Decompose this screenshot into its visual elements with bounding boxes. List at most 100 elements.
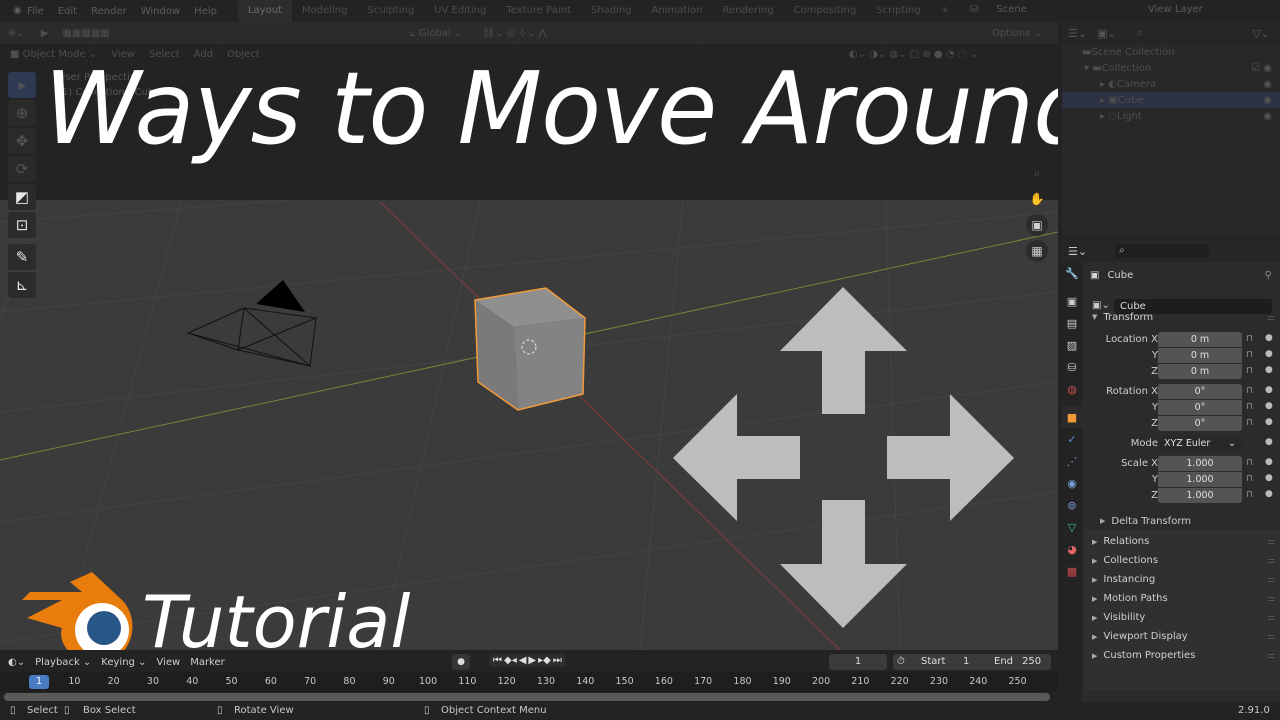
object-tab[interactable]: ■ — [1062, 406, 1082, 428]
tab-modeling[interactable]: Modeling — [292, 0, 358, 22]
display-mode-icon[interactable]: ☰⌄ — [1068, 27, 1087, 40]
selection-mode-icons[interactable]: ▦▦▦▦▦ — [62, 28, 109, 39]
play-icon[interactable]: ▶ — [528, 655, 536, 666]
move-tool[interactable]: ✥ — [8, 128, 36, 154]
drag-grip-icon[interactable]: :::: — [1267, 613, 1275, 622]
filter-icon[interactable]: ▽⌄ — [1252, 27, 1270, 40]
scale-z-field[interactable]: 1.000 — [1158, 488, 1242, 503]
eye-icon[interactable]: ◉ — [1263, 79, 1272, 90]
panel-motion-paths[interactable]: ▶ Motion Paths:::: — [1084, 589, 1280, 608]
measure-tool[interactable]: ⊾ — [8, 272, 36, 298]
keyframe-dot[interactable]: ● — [1265, 473, 1273, 483]
select-box-tool[interactable]: ▸ — [8, 72, 36, 98]
location-z-field[interactable]: 0 m — [1158, 364, 1242, 379]
drag-grip-icon[interactable]: :::: — [1267, 632, 1275, 641]
pan-view-button[interactable]: ✋ — [1026, 188, 1048, 210]
tool-tab[interactable]: 🔧 — [1062, 262, 1082, 284]
scene-tab[interactable]: ⛁ — [1062, 356, 1082, 378]
location-y-field[interactable]: 0 m — [1158, 348, 1242, 363]
play-reverse-icon[interactable]: ◀ — [519, 655, 527, 666]
output-tab[interactable]: ▤ — [1062, 312, 1082, 334]
keyframe-dot[interactable]: ● — [1265, 333, 1273, 343]
keyframe-dot[interactable]: ● — [1265, 349, 1273, 359]
options-dropdown[interactable]: Options ⌄ — [992, 28, 1042, 39]
menu-help[interactable]: Help — [187, 6, 224, 17]
panel-instancing[interactable]: ▶ Instancing:::: — [1084, 570, 1280, 589]
lock-icon[interactable]: ⊓ — [1246, 418, 1253, 428]
panel-visibility[interactable]: ▶ Visibility:::: — [1084, 608, 1280, 627]
panel-viewport-display[interactable]: ▶ Viewport Display:::: — [1084, 627, 1280, 646]
outliner-row-light[interactable]: ▸ ◌ Light ◉ — [1062, 108, 1280, 124]
delta-transform-subpanel[interactable]: ▶ Delta Transform — [1084, 512, 1280, 530]
rotation-z-field[interactable]: 0° — [1158, 416, 1242, 431]
editor-type-icon[interactable]: ⊕⌄ — [8, 28, 25, 39]
end-frame-field[interactable]: 250 — [1022, 654, 1041, 670]
drag-grip-icon[interactable]: :::: — [1267, 575, 1275, 584]
start-frame-field[interactable]: 1 — [963, 654, 969, 670]
data-tab[interactable]: ▽ — [1062, 516, 1082, 538]
modifier-tab[interactable]: ✓ — [1062, 428, 1082, 450]
outliner-row-camera[interactable]: ▸ ◐ Camera ◉ — [1062, 76, 1280, 92]
keyframe-dot[interactable]: ● — [1265, 365, 1273, 375]
eye-icon[interactable]: ☑ ◉ — [1251, 63, 1272, 74]
world-tab[interactable]: ◍ — [1062, 378, 1082, 400]
tab-layout[interactable]: Layout — [237, 0, 292, 22]
panel-custom-properties[interactable]: ▶ Custom Properties:::: — [1084, 646, 1280, 665]
editor-type-icon[interactable]: ☰⌄ — [1068, 245, 1087, 258]
panel-collections[interactable]: ▶ Collections:::: — [1084, 551, 1280, 570]
auto-keying-button[interactable]: ● — [452, 654, 470, 670]
menu-file[interactable]: File — [20, 6, 51, 17]
3d-viewport[interactable]: ⊕⌄ ▶ ▦▦▦▦▦ ⟀ Global ⌄ ⛓⌄ ◎ ⊹⌄ ⋀ Options … — [0, 22, 1058, 650]
rotation-x-field[interactable]: 0° — [1158, 384, 1242, 399]
lock-icon[interactable]: ⊓ — [1246, 350, 1253, 360]
material-tab[interactable]: ◕ — [1062, 538, 1082, 560]
menu-edit[interactable]: Edit — [51, 6, 84, 17]
current-frame-field[interactable]: 1 — [829, 654, 887, 670]
render-tab[interactable]: ▣ — [1062, 290, 1082, 312]
ortho-toggle-button[interactable]: ▦ — [1026, 240, 1048, 262]
scene-selector[interactable]: ⛁ Scene — [970, 4, 1027, 15]
tab-sculpting[interactable]: Sculpting — [357, 0, 424, 22]
lock-icon[interactable]: ⊓ — [1246, 386, 1253, 396]
tab-animation[interactable]: Animation — [642, 0, 713, 22]
physics-tab[interactable]: ◉ — [1062, 472, 1082, 494]
tab-rendering[interactable]: Rendering — [712, 0, 783, 22]
rotation-y-field[interactable]: 0° — [1158, 400, 1242, 415]
eye-icon[interactable]: ◉ — [1263, 95, 1272, 106]
next-keyframe-icon[interactable]: ▸◆ — [538, 655, 551, 666]
transform-orientation[interactable]: ⟀ Global ⌄ — [410, 28, 463, 39]
playhead-frame[interactable]: 1 — [29, 675, 49, 689]
jump-start-icon[interactable]: ⏮ — [493, 655, 502, 666]
prev-keyframe-icon[interactable]: ◆◂ — [504, 655, 517, 666]
timeline-menu-view[interactable]: View — [156, 657, 180, 668]
keyframe-dot[interactable]: ● — [1265, 417, 1273, 427]
drag-grip-icon[interactable]: :::: — [1267, 556, 1275, 565]
lock-icon[interactable]: ⊓ — [1246, 458, 1253, 468]
keyframe-dot[interactable]: ● — [1265, 385, 1273, 395]
transform-panel-header[interactable]: ▼ Transform:::: — [1084, 308, 1280, 326]
transform-tool[interactable]: ⊡ — [8, 212, 36, 238]
blender-logo-icon[interactable]: ◉ — [6, 4, 22, 18]
rotate-tool[interactable]: ⟳ — [8, 156, 36, 182]
menu-render[interactable]: Render — [84, 6, 134, 17]
lock-icon[interactable]: ⊓ — [1246, 474, 1253, 484]
filter-view-icon[interactable]: ▣⌄ — [1097, 27, 1117, 40]
keyframe-dot[interactable]: ● — [1265, 457, 1273, 467]
jump-end-icon[interactable]: ⏭ — [553, 655, 562, 666]
timeline-scrollbar[interactable] — [4, 693, 1050, 701]
properties-search-input[interactable]: ⌕ — [1115, 244, 1210, 258]
pivot-snap-icons[interactable]: ⛓⌄ ◎ ⊹⌄ ⋀ — [482, 28, 546, 39]
add-workspace-button[interactable]: + — [931, 0, 959, 22]
timeline-ruler[interactable]: 1 10 20 30 40 50 60 70 80 90 100 110 120 130 140 150 16… — [0, 672, 1058, 692]
particles-tab[interactable]: ⋰ — [1062, 450, 1082, 472]
keyframe-dot[interactable]: ● — [1265, 401, 1273, 411]
timeline-menu-keying[interactable]: Keying ⌄ — [101, 657, 146, 668]
select-tool-icon[interactable]: ▶ — [41, 28, 49, 39]
tab-compositing[interactable]: Compositing — [784, 0, 867, 22]
tab-uv-editing[interactable]: UV Editing — [424, 0, 496, 22]
drag-grip-icon[interactable]: :::: — [1267, 651, 1275, 660]
cursor-tool[interactable]: ⊕ — [8, 100, 36, 126]
drag-grip-icon[interactable]: :::: — [1267, 594, 1275, 603]
lock-icon[interactable]: ⊓ — [1246, 334, 1253, 344]
outliner-row-collection[interactable]: ▾ ▬ Collection ☑ ◉ — [1062, 60, 1280, 76]
